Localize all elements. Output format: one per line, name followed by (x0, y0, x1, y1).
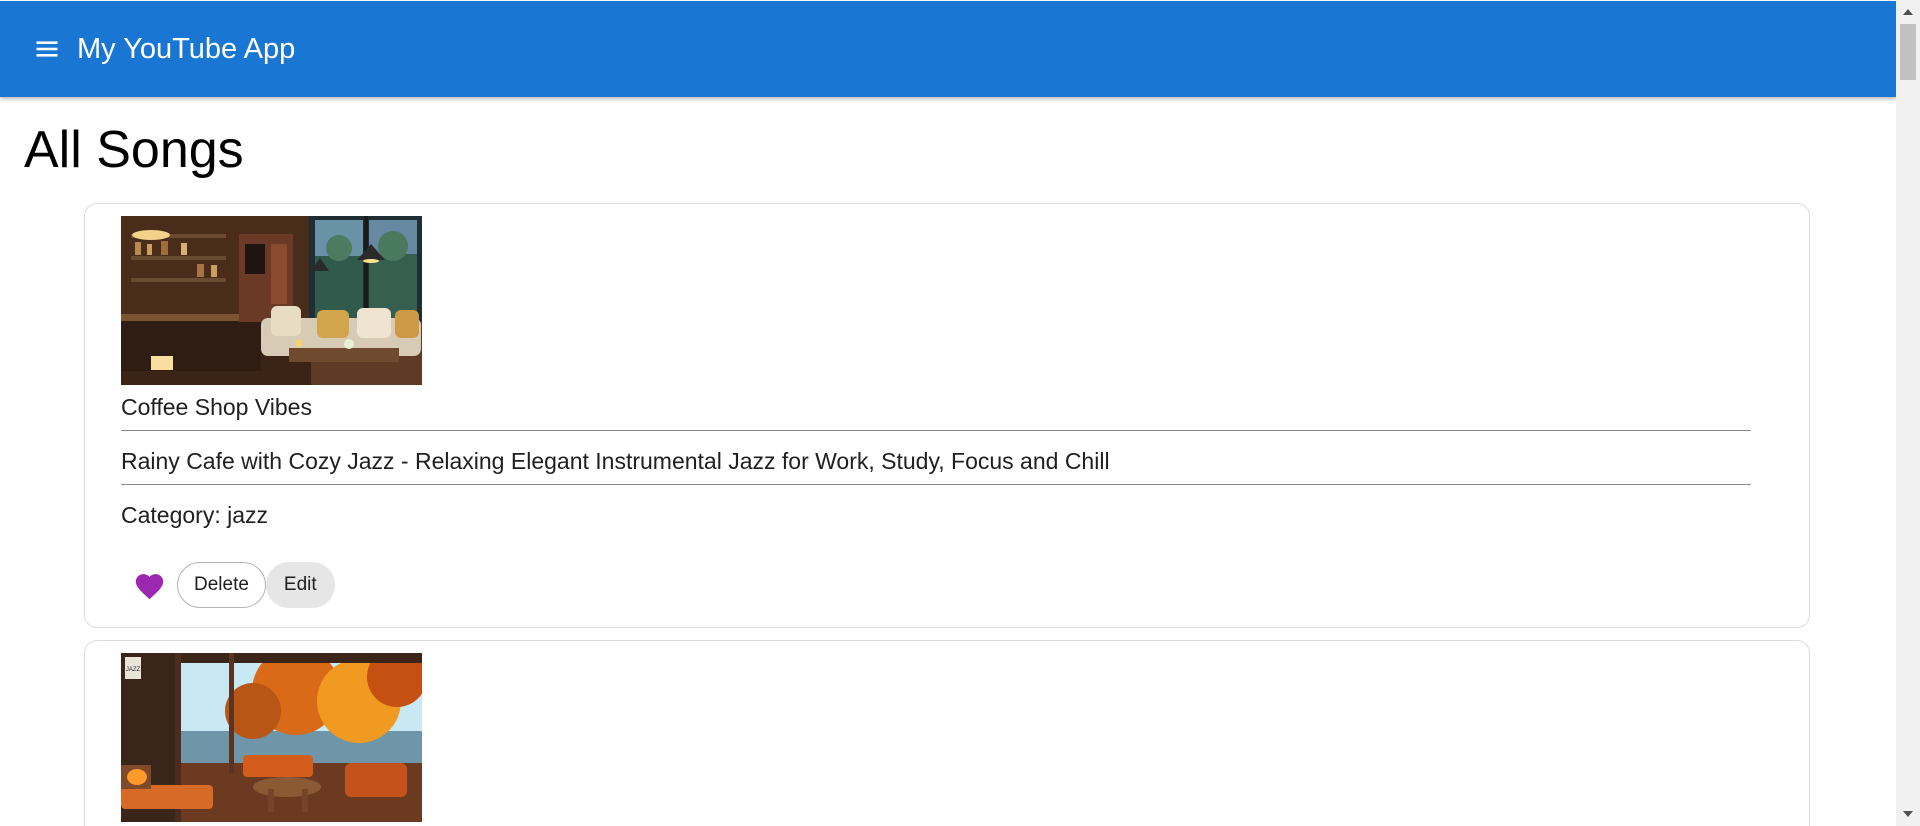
song-thumbnail[interactable] (121, 216, 422, 385)
scrollbar-thumb[interactable] (1900, 24, 1916, 80)
app-bar: My YouTube App (0, 1, 1896, 97)
vertical-scrollbar[interactable] (1896, 0, 1920, 826)
app-title: My YouTube App (77, 33, 296, 65)
favorite-button[interactable] (121, 561, 177, 609)
song-actions: Delete Edit (121, 561, 335, 609)
song-category: Category: jazz (121, 502, 269, 528)
page-viewport: My YouTube App All Songs Coffee Shop Vib… (0, 0, 1896, 826)
song-title: Coffee Shop Vibes (121, 394, 312, 420)
edit-button[interactable]: Edit (265, 562, 335, 608)
menu-button[interactable] (23, 25, 71, 73)
menu-icon (36, 41, 58, 57)
app-window: My YouTube App All Songs Coffee Shop Vib… (0, 0, 1920, 826)
song-card: JAZZ (84, 640, 1810, 826)
song-card: Coffee Shop Vibes Rainy Cafe with Cozy J… (84, 203, 1810, 628)
song-thumbnail[interactable]: JAZZ (121, 653, 422, 822)
divider (121, 484, 1751, 485)
scroll-up-icon[interactable] (1903, 9, 1913, 15)
song-description: Rainy Cafe with Cozy Jazz - Relaxing Ele… (121, 448, 1110, 474)
cafe-thumbnail-image (121, 216, 422, 385)
autumn-terrace-thumbnail-image: JAZZ (121, 653, 422, 822)
divider (121, 430, 1751, 431)
page-title: All Songs (24, 121, 244, 179)
jazz-badge-text: JAZZ (126, 667, 141, 673)
heart-icon (135, 574, 163, 600)
scroll-down-icon[interactable] (1903, 811, 1913, 817)
delete-button[interactable]: Delete (177, 562, 266, 608)
